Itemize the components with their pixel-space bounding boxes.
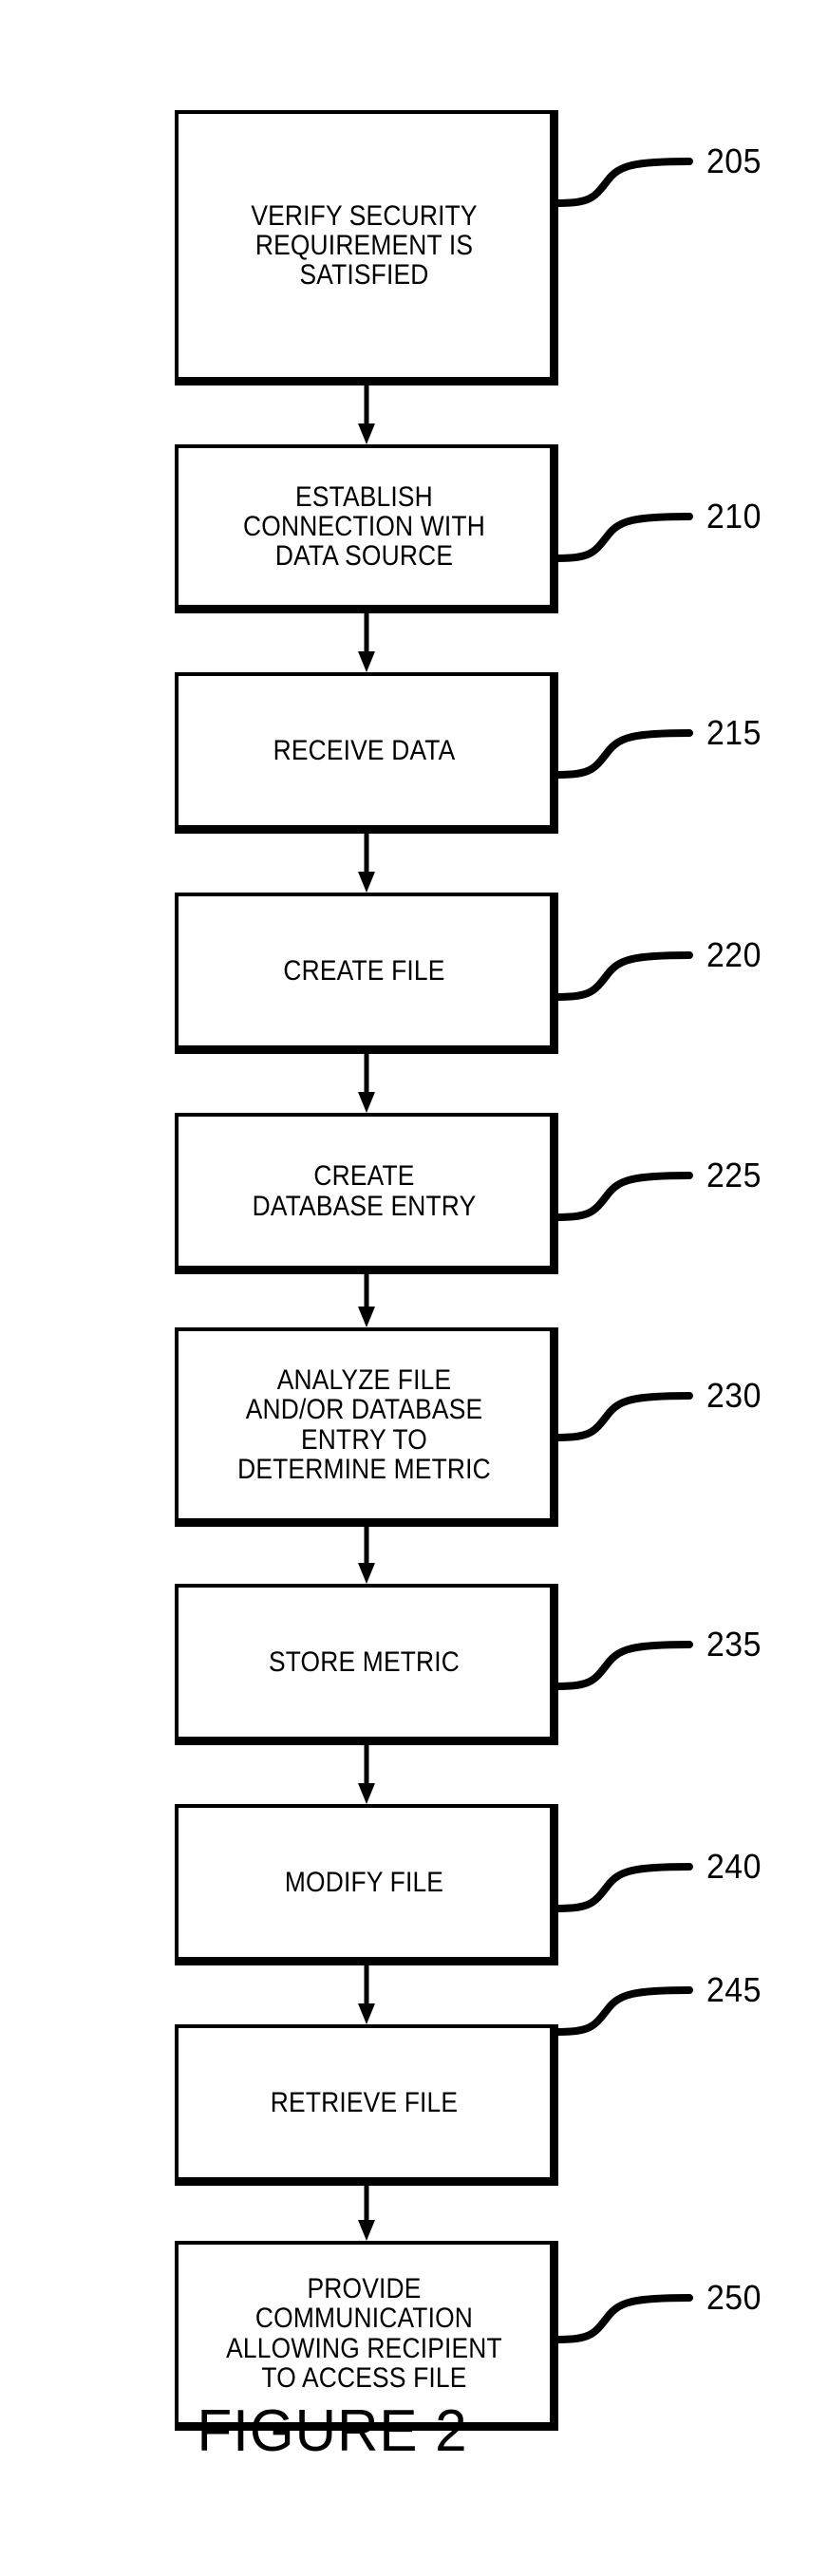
connector-240-245 <box>354 1965 379 2024</box>
connector-230-235 <box>354 1527 379 1584</box>
flow-box-220: CREATE FILE <box>175 893 558 1054</box>
flow-box-215: RECEIVE DATA <box>175 672 558 834</box>
flow-box-250-label: PROVIDE COMMUNICATION ALLOWING RECIPIENT… <box>226 2273 502 2394</box>
callout-215 <box>555 714 708 782</box>
callout-220 <box>555 936 708 1005</box>
ref-number-235: 235 <box>706 1625 762 1664</box>
connector-245-250 <box>354 2186 379 2241</box>
flow-box-235-label: STORE METRIC <box>268 1645 461 1678</box>
flow-box-220-label: CREATE FILE <box>283 954 445 987</box>
connector-235-240 <box>354 1745 379 1804</box>
ref-number-225: 225 <box>706 1156 762 1194</box>
callout-210 <box>555 498 708 566</box>
flow-box-205: VERIFY SECURITY REQUIREMENT IS SATISFIED <box>175 110 558 385</box>
flow-box-210: ESTABLISH CONNECTION WITH DATA SOURCE <box>175 444 558 613</box>
callout-235 <box>555 1626 708 1694</box>
ref-number-240: 240 <box>706 1847 762 1886</box>
flow-box-210-label: ESTABLISH CONNECTION WITH DATA SOURCE <box>243 480 485 573</box>
ref-number-220: 220 <box>706 935 762 974</box>
flow-box-245-label: RETRIEVE FILE <box>270 2086 459 2118</box>
ref-number-205: 205 <box>706 141 762 180</box>
flow-box-240: MODIFY FILE <box>175 1804 558 1965</box>
ref-number-210: 210 <box>706 497 762 536</box>
ref-number-250: 250 <box>706 2278 762 2317</box>
ref-number-230: 230 <box>706 1376 762 1415</box>
connector-220-225 <box>354 1054 379 1113</box>
ref-number-245: 245 <box>706 1970 762 2009</box>
flow-box-225-label: CREATE DATABASE ENTRY <box>252 1160 477 1222</box>
flow-box-215-label: RECEIVE DATA <box>273 734 456 766</box>
callout-250 <box>555 2279 708 2347</box>
flow-box-205-label: VERIFY SECURITY REQUIREMENT IS SATISFIED <box>251 199 478 291</box>
figure-caption: FIGURE 2 <box>197 2398 468 2464</box>
connector-210-215 <box>354 613 379 672</box>
flow-box-230: ANALYZE FILE AND/OR DATABASE ENTRY TO DE… <box>175 1327 558 1527</box>
callout-245 <box>555 1971 708 2040</box>
callout-225 <box>555 1156 708 1225</box>
callout-205 <box>555 142 708 211</box>
patent-figure: VERIFY SECURITY REQUIREMENT IS SATISFIED… <box>0 0 828 2576</box>
flow-box-230-label: ANALYZE FILE AND/OR DATABASE ENTRY TO DE… <box>237 1364 491 1485</box>
ref-number-215: 215 <box>706 713 762 752</box>
flow-box-245: RETRIEVE FILE <box>175 2024 558 2186</box>
callout-230 <box>555 1377 708 1445</box>
flow-box-225: CREATE DATABASE ENTRY <box>175 1113 558 1274</box>
connector-215-220 <box>354 834 379 893</box>
flow-box-235: STORE METRIC <box>175 1584 558 1745</box>
callout-240 <box>555 1848 708 1916</box>
flow-box-240-label: MODIFY FILE <box>284 1866 444 1898</box>
connector-205-210 <box>354 385 379 444</box>
connector-225-230 <box>354 1274 379 1327</box>
